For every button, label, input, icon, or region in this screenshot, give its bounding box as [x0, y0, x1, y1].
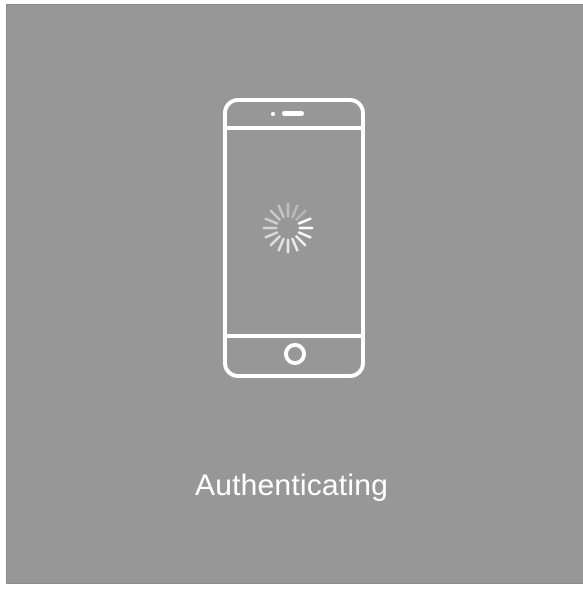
spinner-tick: [269, 235, 281, 247]
spinner-tick: [269, 209, 281, 221]
smartphone-icon: [219, 96, 369, 380]
spinner-tick: [277, 204, 285, 219]
spinner-tick: [297, 217, 312, 225]
spinner-tick: [277, 237, 285, 252]
auth-screen: Authenticating: [0, 0, 583, 590]
spinner-tick: [291, 204, 299, 219]
spinner-tick: [297, 231, 312, 239]
spinner-tick: [295, 235, 307, 247]
spinner-tick: [291, 237, 299, 252]
status-text: Authenticating: [195, 469, 388, 502]
spinner-tick: [264, 217, 279, 225]
spinner-tick: [264, 231, 279, 239]
loading-spinner-icon: [262, 202, 314, 254]
spinner-tick: [295, 209, 307, 221]
